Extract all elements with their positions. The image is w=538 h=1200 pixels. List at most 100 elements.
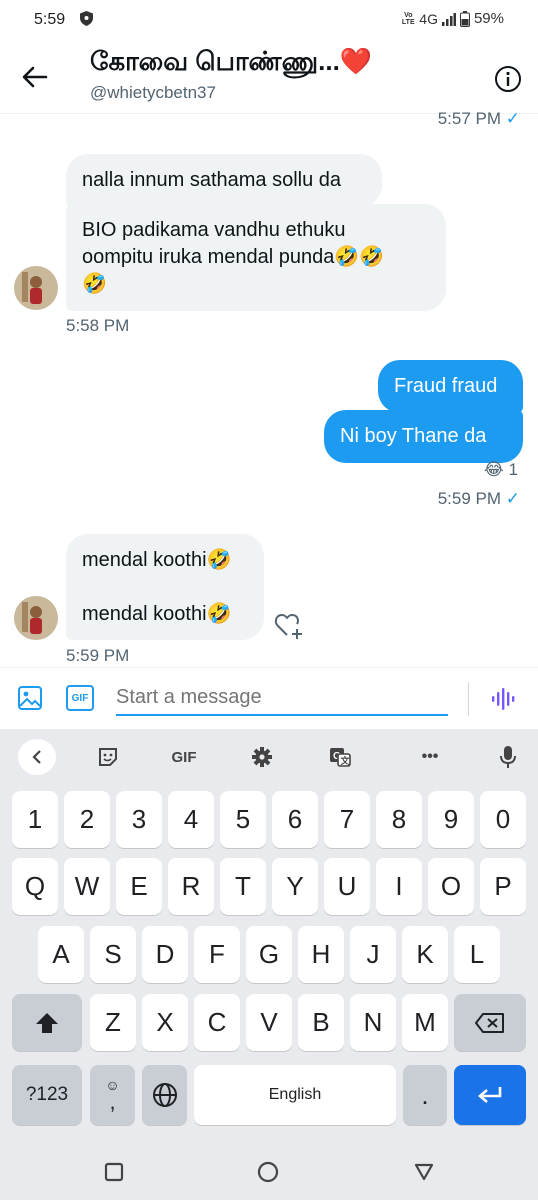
image-icon[interactable] [17, 685, 43, 711]
key-o[interactable]: O [428, 858, 474, 915]
key-z[interactable]: Z [90, 994, 136, 1051]
translate-icon: G 文 [330, 748, 351, 767]
add-reaction-heart-icon[interactable] [274, 612, 304, 640]
key-n[interactable]: N [350, 994, 396, 1051]
shift-arrow-icon [36, 1012, 58, 1033]
key-8[interactable]: 8 [376, 791, 422, 848]
key-k[interactable]: K [402, 926, 448, 983]
key-p[interactable]: P [480, 858, 526, 915]
key-u[interactable]: U [324, 858, 370, 915]
avatar[interactable] [14, 596, 58, 640]
status-time: 5:59 [34, 11, 66, 28]
key-x[interactable]: X [142, 994, 188, 1051]
gif-button[interactable]: GIF [66, 685, 94, 711]
key-f[interactable]: F [194, 926, 240, 983]
outgoing-message[interactable]: Ni boy Thane da [324, 410, 523, 463]
settings-button[interactable] [244, 739, 280, 775]
back-arrow-icon[interactable] [20, 62, 50, 92]
key-b[interactable]: B [298, 994, 344, 1051]
message-text-line: BIO padikama vandhu ethuku [82, 219, 346, 241]
shield-icon [80, 11, 93, 26]
key-m[interactable]: M [402, 994, 448, 1051]
avatar[interactable] [14, 266, 58, 310]
chat-handle[interactable]: @whietycbetn37 [90, 83, 216, 103]
language-key[interactable] [142, 1065, 187, 1125]
status-right: Vo LTE 4G 59% [401, 10, 504, 27]
key-y[interactable]: Y [272, 858, 318, 915]
key-4[interactable]: 4 [168, 791, 214, 848]
conversation-header: கோவை பொண்ணு...❤️ @whietycbetn37 [0, 40, 538, 114]
sticker-button[interactable] [90, 739, 126, 775]
incoming-message[interactable]: BIO padikama vandhu ethuku oompitu iruka… [66, 204, 446, 311]
keyboard: GIF G 文 ••• 1 2 3 4 5 6 7 8 9 0 Q W E R … [0, 729, 538, 1149]
key-6[interactable]: 6 [272, 791, 318, 848]
chat-area: 5:57 PM ✓ nalla innum sathama sollu da B… [0, 109, 538, 667]
outgoing-message[interactable]: Fraud fraud [378, 360, 523, 413]
timestamp: 5:57 PM ✓ [438, 109, 520, 129]
key-q[interactable]: Q [12, 858, 58, 915]
voice-typing-button[interactable] [490, 739, 526, 775]
message-text-line: mendal koothi🤣 [82, 549, 232, 571]
key-c[interactable]: C [194, 994, 240, 1051]
message-text: Fraud fraud [394, 375, 498, 397]
key-w[interactable]: W [64, 858, 110, 915]
key-a[interactable]: A [38, 926, 84, 983]
key-g[interactable]: G [246, 926, 292, 983]
sent-check-icon: ✓ [505, 109, 520, 128]
message-text-line: oompitu iruka mendal punda🤣🤣 [82, 246, 385, 268]
voice-message-icon[interactable] [490, 686, 516, 712]
laughing-emoji-icon: 😂 [483, 460, 504, 479]
space-key[interactable]: English [194, 1065, 396, 1125]
key-7[interactable]: 7 [324, 791, 370, 848]
gif-keyboard-button[interactable]: GIF [162, 739, 206, 775]
navigation-bar [0, 1149, 538, 1200]
key-d[interactable]: D [142, 926, 188, 983]
shift-key[interactable] [12, 994, 82, 1051]
key-j[interactable]: J [350, 926, 396, 983]
key-e[interactable]: E [116, 858, 162, 915]
key-1[interactable]: 1 [12, 791, 58, 848]
reaction[interactable]: 😂 1 [484, 460, 518, 480]
key-2[interactable]: 2 [64, 791, 110, 848]
microphone-icon [500, 746, 516, 768]
emoji-comma-key[interactable]: ☺ , [90, 1065, 135, 1125]
volte-indicator: Vo LTE [401, 11, 415, 26]
enter-arrow-icon [478, 1087, 502, 1103]
message-text-line: mendal koothi🤣 [82, 603, 232, 625]
gear-icon [252, 747, 272, 767]
key-i[interactable]: I [376, 858, 422, 915]
back-nav-icon[interactable] [414, 1163, 434, 1181]
key-3[interactable]: 3 [116, 791, 162, 848]
info-icon[interactable] [494, 65, 522, 93]
period-key[interactable]: . [403, 1065, 447, 1125]
timestamp: 5:59 PM ✓ [438, 489, 520, 509]
keyboard-collapse-button[interactable] [18, 739, 56, 775]
home-icon[interactable] [257, 1161, 279, 1183]
key-s[interactable]: S [90, 926, 136, 983]
more-button[interactable]: ••• [410, 739, 450, 775]
timestamp: 5:59 PM [66, 646, 130, 665]
chat-title[interactable]: கோவை பொண்ணு...❤️ [90, 46, 372, 80]
comma-label: , [109, 1089, 116, 1114]
incoming-message[interactable]: mendal koothi🤣 mendal koothi🤣 [66, 534, 264, 640]
translate-button[interactable]: G 文 [322, 739, 358, 775]
key-0[interactable]: 0 [480, 791, 526, 848]
incoming-message[interactable]: nalla innum sathama sollu da [66, 154, 382, 207]
globe-icon [152, 1083, 177, 1107]
key-l[interactable]: L [454, 926, 500, 983]
key-h[interactable]: H [298, 926, 344, 983]
key-9[interactable]: 9 [428, 791, 474, 848]
key-5[interactable]: 5 [220, 791, 266, 848]
key-r[interactable]: R [168, 858, 214, 915]
timestamp: 5:58 PM [66, 316, 130, 335]
recent-apps-icon[interactable] [104, 1162, 124, 1182]
message-input[interactable] [116, 680, 448, 716]
key-v[interactable]: V [246, 994, 292, 1051]
timestamp-text: 5:59 PM [437, 489, 502, 508]
key-t[interactable]: T [220, 858, 266, 915]
backspace-key[interactable] [454, 994, 526, 1051]
symbols-key[interactable]: ?123 [12, 1065, 82, 1125]
enter-key[interactable] [454, 1065, 526, 1125]
status-bar: 5:59 Vo LTE 4G 59% [0, 0, 538, 40]
battery-percent: 59% [473, 10, 504, 27]
